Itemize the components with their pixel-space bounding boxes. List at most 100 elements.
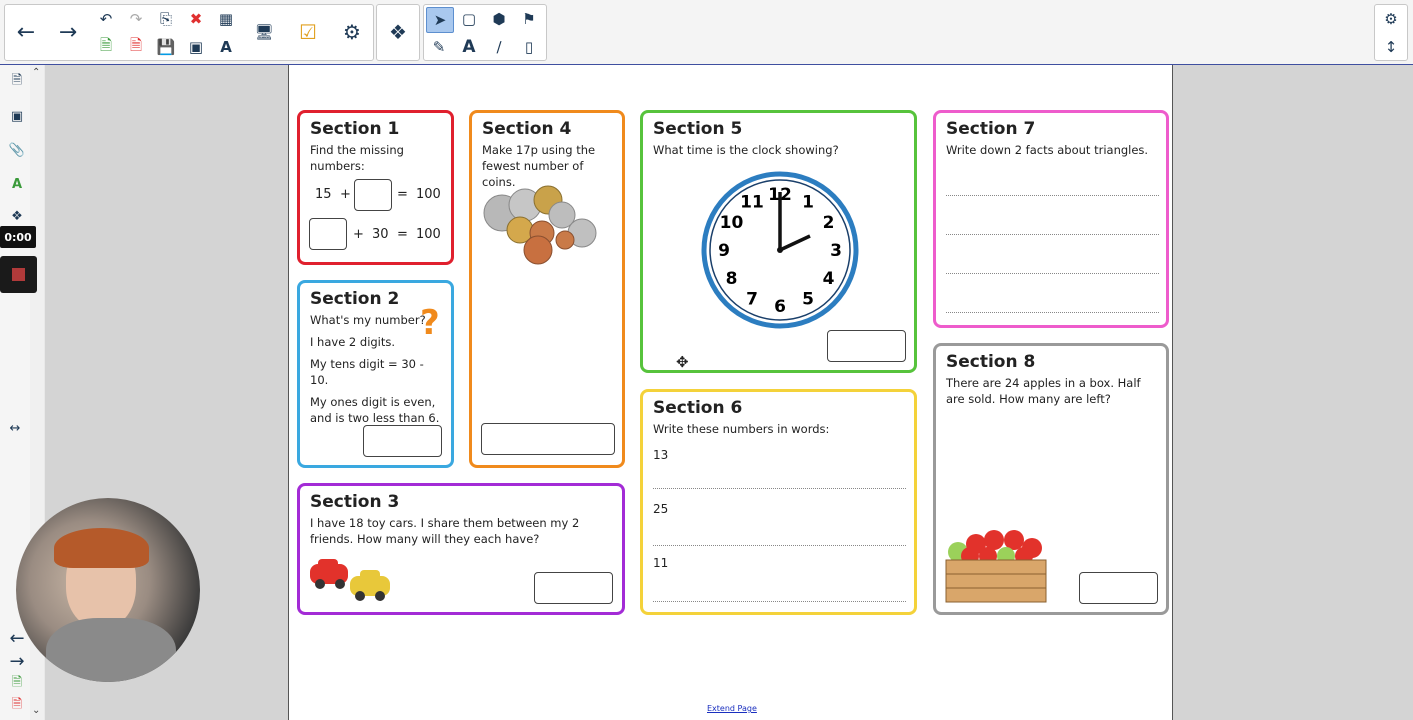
clock-number-8: 8 xyxy=(726,269,738,289)
section-5-card[interactable]: Section 5 What time is the clock showing… xyxy=(640,110,917,373)
section-1-number-100-2: 100 xyxy=(416,227,441,242)
section-1-number-15: 15 xyxy=(315,187,332,202)
section-2-answer-box[interactable] xyxy=(363,425,442,457)
coins-image xyxy=(483,185,597,265)
clock-number-11: 11 xyxy=(740,193,764,213)
toolbar-group-puzzle: ❖ xyxy=(376,4,420,61)
screen-icon[interactable]: ▣ xyxy=(183,35,209,59)
section-6-title: Section 6 xyxy=(653,398,743,418)
image-icon[interactable]: ▣ xyxy=(6,105,28,127)
section-6-text: Write these numbers in words: xyxy=(653,422,830,436)
resize-handle-icon[interactable]: ↔ xyxy=(4,417,26,439)
section-1-number-100: 100 xyxy=(416,187,441,202)
text-edit-icon[interactable]: A xyxy=(213,35,239,59)
toolbar-group-main: ← → ↶ ↷ ⎘ ✖ ▦ 🗎 🗎 💾 ▣ A 🖥 ☑ ⚙ xyxy=(4,4,374,61)
section-6-number-13: 13 xyxy=(653,448,669,462)
select-pointer-icon[interactable]: ➤ xyxy=(426,7,454,33)
remove-page-icon[interactable]: 🗎 xyxy=(6,695,28,717)
section-4-title: Section 4 xyxy=(482,119,572,139)
section-3-card[interactable]: Section 3 I have 18 toy cars. I share th… xyxy=(297,483,625,615)
check-icon[interactable]: ☑ xyxy=(295,20,321,44)
delete-icon[interactable]: ✖ xyxy=(183,7,209,31)
section-8-answer-box[interactable] xyxy=(1079,572,1158,604)
toy-cars-image xyxy=(310,559,390,601)
next-page-icon[interactable]: → xyxy=(6,650,28,672)
section-6-number-25: 25 xyxy=(653,502,669,516)
section-3-answer-box[interactable] xyxy=(534,572,613,604)
undo-icon[interactable]: ↶ xyxy=(93,7,119,31)
section-1-card[interactable]: Section 1 Find the missing numbers: 15 +… xyxy=(297,110,454,265)
section-5-text: What time is the clock showing? xyxy=(653,143,839,157)
clock-number-7: 7 xyxy=(746,289,758,309)
webcam-hair xyxy=(54,528,149,568)
extend-page-link[interactable]: Extend Page xyxy=(707,704,757,713)
apple-crate-image xyxy=(945,530,1047,603)
properties-icon[interactable]: A xyxy=(6,173,28,195)
section-7-text: Write down 2 facts about triangles. xyxy=(946,143,1149,157)
section-4-card[interactable]: Section 4 Make 17p using the fewest numb… xyxy=(469,110,625,468)
expand-icon[interactable]: ↕ xyxy=(1378,35,1404,59)
table-icon[interactable]: ▦ xyxy=(213,7,239,31)
section-7-answer-line-1[interactable] xyxy=(946,195,1159,196)
fill-icon[interactable]: ⬢ xyxy=(486,7,512,31)
section-3-text: I have 18 toy cars. I share them between… xyxy=(310,516,580,546)
eraser-icon[interactable]: ▯ xyxy=(516,35,542,59)
section-2-line-2: My tens digit = 30 - 10. xyxy=(310,357,424,387)
section-1-answer-box-1[interactable] xyxy=(354,179,392,211)
shape-icon[interactable]: ▢ xyxy=(456,7,482,31)
section-8-card[interactable]: Section 8 There are 24 apples in a box. … xyxy=(933,343,1169,615)
scroll-down-icon[interactable]: ⌄ xyxy=(32,705,40,716)
stop-recording-button[interactable] xyxy=(0,256,37,293)
paint-icon[interactable]: ⚑ xyxy=(516,7,542,31)
section-6-answer-line-2[interactable] xyxy=(653,545,906,546)
toolbar: ← → ↶ ↷ ⎘ ✖ ▦ 🗎 🗎 💾 ▣ A 🖥 ☑ ⚙ ❖ ➤ ▢ ⬢ ⚑ … xyxy=(0,0,1413,65)
flipchart-page[interactable]: Section 1 Find the missing numbers: 15 +… xyxy=(288,65,1173,720)
line-icon[interactable]: ∕ xyxy=(486,35,512,59)
section-7-answer-line-4[interactable] xyxy=(946,312,1159,313)
section-1-plus: + xyxy=(340,187,351,202)
clock-image: 121234567891011 xyxy=(701,171,859,329)
puzzle-side-icon[interactable]: ❖ xyxy=(6,205,28,227)
toolbar-group-tools: ➤ ▢ ⬢ ⚑ ✎ A ∕ ▯ xyxy=(423,4,547,61)
puzzle-icon[interactable]: ⚙ xyxy=(339,20,365,44)
section-4-answer-box[interactable] xyxy=(481,423,615,455)
section-7-card[interactable]: Section 7 Write down 2 facts about trian… xyxy=(933,110,1169,328)
text-icon[interactable]: A xyxy=(456,35,482,59)
save-icon[interactable]: 💾 xyxy=(153,35,179,59)
section-5-title: Section 5 xyxy=(653,119,743,139)
pen-icon[interactable]: ✎ xyxy=(426,35,452,59)
move-cursor-icon: ✥ xyxy=(676,353,689,371)
section-6-answer-line-1[interactable] xyxy=(653,488,906,489)
section-1-number-30: 30 xyxy=(372,227,389,242)
section-7-title: Section 7 xyxy=(946,119,1036,139)
section-4-text: Make 17p using the fewest number of coin… xyxy=(482,143,596,189)
attachment-icon[interactable]: 📎 xyxy=(6,139,28,161)
section-1-answer-box-2[interactable] xyxy=(309,218,347,250)
section-7-answer-line-3[interactable] xyxy=(946,273,1159,274)
page-icon[interactable]: 🗎 xyxy=(6,71,28,93)
section-1-text: Find the missing numbers: xyxy=(310,143,404,173)
paste-icon[interactable]: ⎘ xyxy=(153,7,179,31)
puzzle-piece-icon[interactable]: ❖ xyxy=(385,20,411,44)
section-3-title: Section 3 xyxy=(310,492,400,512)
section-5-answer-box[interactable] xyxy=(827,330,906,362)
clock-number-6: 6 xyxy=(774,297,786,317)
forward-arrow-icon[interactable]: → xyxy=(55,20,81,45)
question-mark-icon: ? xyxy=(420,303,440,343)
stop-icon xyxy=(12,268,25,281)
section-7-answer-line-2[interactable] xyxy=(946,234,1159,235)
settings-icon[interactable]: ⚙ xyxy=(1378,7,1404,31)
section-6-answer-line-3[interactable] xyxy=(653,601,906,602)
section-2-card[interactable]: Section 2 What's my number? ? I have 2 d… xyxy=(297,280,454,468)
section-6-number-11: 11 xyxy=(653,556,669,570)
scroll-up-icon[interactable]: ⌃ xyxy=(32,67,40,78)
delete-page-icon[interactable]: 🗎 xyxy=(123,35,149,59)
monitor-icon[interactable]: 🖥 xyxy=(251,20,277,44)
section-6-card[interactable]: Section 6 Write these numbers in words: … xyxy=(640,389,917,615)
back-arrow-icon[interactable]: ← xyxy=(13,20,39,45)
redo-icon[interactable]: ↷ xyxy=(123,7,149,31)
add-page-icon[interactable]: 🗎 xyxy=(6,673,28,695)
new-page-icon[interactable]: 🗎 xyxy=(93,35,119,59)
section-1-equals: = xyxy=(397,187,408,202)
recording-timer: 0:00 xyxy=(0,226,36,248)
